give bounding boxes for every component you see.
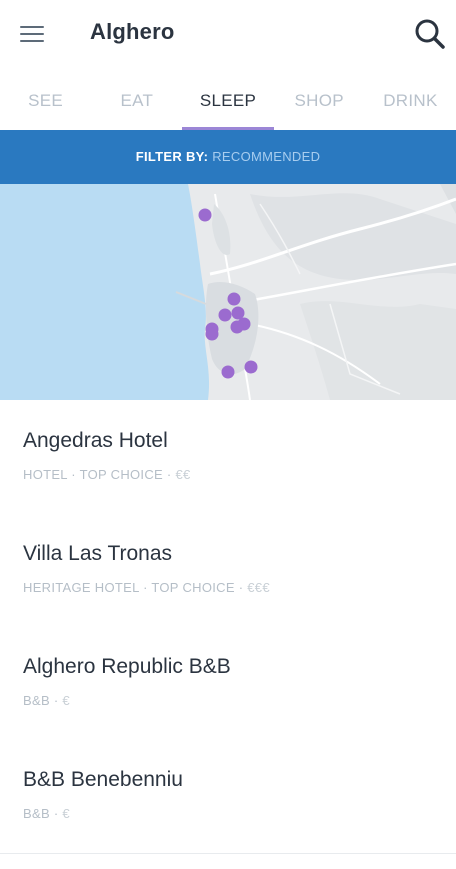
search-icon[interactable] (412, 16, 446, 50)
list-item[interactable]: Villa Las Tronas HERITAGE HOTEL · TOP CH… (0, 514, 456, 628)
tab-eat[interactable]: EAT (91, 66, 182, 130)
page-title: Alghero (90, 19, 175, 44)
tab-see[interactable]: SEE (0, 66, 91, 130)
listing-type: B&B (23, 806, 50, 821)
listing-tag: TOP CHOICE (79, 467, 164, 482)
listing-price: € (62, 693, 70, 708)
listing-price: €€€ (247, 580, 270, 595)
tab-drink[interactable]: DRINK (365, 66, 456, 130)
list-item[interactable]: Alghero Republic B&B B&B · € (0, 627, 456, 741)
listing-name: B&B Benebenniu (23, 768, 183, 791)
listing-meta: HERITAGE HOTEL · TOP CHOICE · €€€ (23, 580, 270, 595)
listing-name: Villa Las Tronas (23, 542, 173, 565)
list-item[interactable]: Angedras Hotel HOTEL · TOP CHOICE · €€ (0, 401, 456, 515)
tab-sleep[interactable]: SLEEP (182, 66, 274, 130)
listing-name: Angedras Hotel (23, 429, 168, 452)
listing-type: HOTEL (23, 467, 68, 482)
listing-type: B&B (23, 693, 50, 708)
hamburger-menu-icon[interactable] (20, 23, 46, 45)
map-view[interactable] (0, 184, 456, 400)
list-item[interactable]: B&B Benebenniu B&B · € (0, 740, 456, 854)
category-tabs: SEE EAT SLEEP SHOP DRINK (0, 66, 456, 130)
app-header: Alghero (0, 0, 456, 66)
listing-price: € (62, 806, 70, 821)
tab-shop[interactable]: SHOP (274, 66, 365, 130)
filter-bar[interactable]: FILTER BY: RECOMMENDED (0, 130, 456, 184)
listing-type: HERITAGE HOTEL (23, 580, 140, 595)
listing-meta: B&B · € (23, 806, 70, 821)
listing-meta: HOTEL · TOP CHOICE · €€ (23, 467, 191, 482)
filter-value: RECOMMENDED (212, 149, 321, 164)
listing-meta: B&B · € (23, 693, 70, 708)
filter-label: FILTER BY: (135, 149, 209, 164)
listing-name: Alghero Republic B&B (23, 655, 231, 678)
listing-price: €€ (175, 467, 191, 482)
map-graphic (0, 184, 456, 400)
listing-tag: TOP CHOICE (151, 580, 235, 595)
